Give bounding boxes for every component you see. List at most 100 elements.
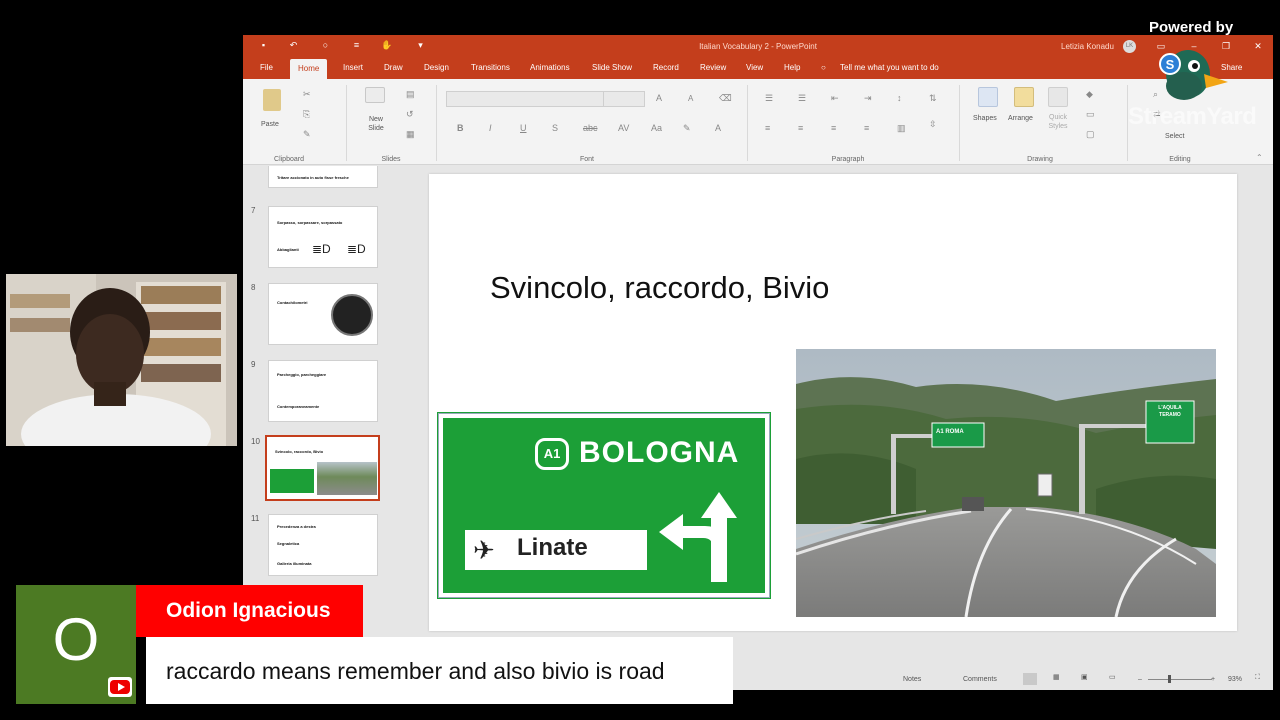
headlight-icon: ≣D (312, 242, 331, 256)
tab-insert[interactable]: Insert (343, 63, 363, 72)
align-left-icon[interactable]: ≡ (765, 123, 770, 133)
group-font: Font (579, 156, 595, 163)
shrink-font-icon[interactable]: A (688, 94, 693, 103)
decrease-indent-icon[interactable]: ⇤ (831, 93, 839, 104)
section-icon[interactable]: ▦ (406, 129, 415, 140)
slide-canvas[interactable]: Svincolo, raccordo, Bivio A1 BOLOGNA ✈ L… (429, 174, 1237, 631)
highway-junction-photo[interactable]: A1 ROMA L'AQUILA TERAMO (796, 349, 1216, 617)
highlight-icon[interactable]: ✎ (683, 123, 691, 134)
format-painter-icon[interactable]: ✎ (303, 129, 311, 140)
copy-icon[interactable]: ⎘ (303, 109, 310, 120)
tab-home[interactable]: Home (290, 59, 328, 79)
user-name[interactable]: Letizia Konadu (1061, 42, 1114, 51)
font-size-box[interactable] (603, 91, 645, 107)
align-text-icon[interactable]: ⇳ (929, 119, 937, 130)
tab-animations[interactable]: Animations (530, 63, 570, 72)
tab-transitions[interactable]: Transitions (471, 63, 510, 72)
reset-icon[interactable]: ↺ (406, 109, 414, 120)
zoom-level[interactable]: 93% (1228, 676, 1242, 683)
slide-thumbnails-pane: Tritare accionato in auto fisse fresche … (243, 166, 386, 656)
zoom-in-icon[interactable]: + (1211, 676, 1215, 683)
clear-format-icon[interactable]: ⌫ (719, 93, 732, 104)
slide-number: 10 (251, 437, 260, 446)
arrange-icon[interactable] (1014, 87, 1034, 107)
tab-slide-show[interactable]: Slide Show (592, 63, 632, 72)
photo-thumbnail (317, 462, 377, 495)
slide-thumbnail[interactable]: Precedenza a destra Segnaletica Galleria… (268, 514, 378, 576)
zoom-slider-thumb[interactable] (1168, 675, 1171, 683)
shape-effects-icon[interactable]: ▢ (1086, 129, 1095, 140)
line-spacing-icon[interactable]: ↕ (897, 93, 902, 103)
shapes-button[interactable]: Shapes (973, 115, 997, 122)
slide-number: 9 (251, 360, 256, 369)
tab-review[interactable]: Review (700, 63, 726, 72)
youtube-icon (108, 677, 132, 697)
new-slide-icon[interactable] (365, 87, 385, 103)
layout-icon[interactable]: ▤ (406, 89, 415, 100)
slide-thumbnail-selected[interactable]: Svincolo, raccordo, Bivio (265, 435, 380, 501)
shadow-icon[interactable]: S (552, 123, 558, 133)
underline-icon[interactable]: U (520, 123, 527, 133)
document-title: Italian Vocabulary 2 - PowerPoint (699, 42, 817, 51)
notes-button[interactable]: Notes (903, 676, 921, 683)
bullets-icon[interactable]: ☰ (765, 93, 773, 104)
reading-view-icon[interactable]: ▣ (1081, 673, 1088, 681)
comments-button[interactable]: Comments (963, 676, 997, 683)
italic-icon[interactable]: I (489, 123, 492, 133)
tab-view[interactable]: View (746, 63, 763, 72)
airplane-icon: ✈ (473, 535, 495, 565)
shapes-icon[interactable] (978, 87, 998, 107)
tab-design[interactable]: Design (424, 63, 449, 72)
tell-me-search[interactable]: Tell me what you want to do (840, 63, 939, 72)
spacing-icon[interactable]: AV (618, 123, 629, 133)
select-button[interactable]: Select (1165, 133, 1184, 140)
slide-title[interactable]: Svincolo, raccordo, Bivio (490, 270, 829, 306)
quick-styles-button[interactable]: Quick Styles (1043, 113, 1073, 131)
group-slides: Slides (381, 156, 401, 163)
fit-slide-icon[interactable]: ⛶ (1255, 674, 1260, 682)
zoom-slider[interactable] (1148, 679, 1212, 680)
arrange-button[interactable]: Arrange (1008, 115, 1033, 122)
collapse-ribbon-icon[interactable]: ⌃ (1256, 153, 1263, 162)
speedometer-icon (331, 294, 373, 336)
zoom-out-icon[interactable]: – (1138, 676, 1142, 683)
user-avatar[interactable]: LK (1123, 40, 1136, 53)
align-center-icon[interactable]: ≡ (798, 123, 803, 133)
paste-icon[interactable] (263, 89, 281, 111)
tab-record[interactable]: Record (653, 63, 679, 72)
tab-file[interactable]: File (260, 63, 273, 72)
cut-icon[interactable]: ✂ (303, 89, 311, 100)
tab-draw[interactable]: Draw (384, 63, 403, 72)
strikethrough-icon[interactable]: abc (583, 123, 598, 133)
slide-thumbnail[interactable]: Parcheggio, parcheggiare Contemporaneame… (268, 360, 378, 422)
normal-view-icon[interactable] (1023, 673, 1037, 685)
slide-thumbnail[interactable]: Contachilometri (268, 283, 378, 345)
svg-text:S: S (1166, 57, 1175, 72)
change-case-icon[interactable]: Aa (651, 123, 662, 133)
slide-sorter-icon[interactable]: ▦ (1053, 673, 1060, 681)
separator (959, 85, 960, 161)
shape-outline-icon[interactable]: ▭ (1086, 109, 1095, 120)
bold-icon[interactable]: B (457, 123, 464, 133)
tab-help[interactable]: Help (784, 63, 800, 72)
justify-icon[interactable]: ≡ (864, 123, 869, 133)
numbering-icon[interactable]: ☰ (798, 93, 806, 104)
quick-styles-icon[interactable] (1048, 87, 1068, 107)
paste-button[interactable]: Paste (261, 121, 279, 128)
road-sign-image[interactable]: A1 BOLOGNA ✈ Linate (438, 413, 770, 598)
increase-indent-icon[interactable]: ⇥ (864, 93, 872, 104)
separator (747, 85, 748, 161)
close-icon[interactable]: ✕ (1252, 40, 1264, 52)
slideshow-view-icon[interactable]: ▭ (1109, 673, 1116, 681)
slide-thumbnail[interactable]: Sorpasso, sorpassare, sorpassato Abbagli… (268, 206, 378, 268)
font-color-icon[interactable]: A (715, 123, 721, 133)
slide-thumbnail[interactable]: Tritare accionato in auto fisse fresche (268, 166, 378, 188)
grow-font-icon[interactable]: A (656, 93, 662, 103)
text-direction-icon[interactable]: ⇅ (929, 93, 937, 104)
new-slide-button[interactable]: New Slide (362, 115, 390, 133)
font-name-box[interactable] (446, 91, 604, 107)
columns-icon[interactable]: ▥ (897, 123, 906, 134)
comment-message: raccardo means remember and also bivio i… (146, 637, 733, 704)
shape-fill-icon[interactable]: ◆ (1086, 89, 1093, 100)
align-right-icon[interactable]: ≡ (831, 123, 836, 133)
